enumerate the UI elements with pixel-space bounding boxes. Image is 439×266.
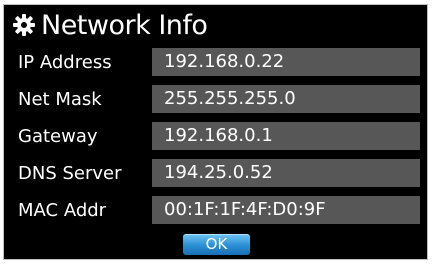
dialog-title-bar: Network Info (11, 6, 208, 44)
field-label: IP Address (18, 52, 112, 73)
net-mask-value: 255.255.255.0 (152, 85, 420, 113)
field-row-gateway: Gateway 192.168.0.1 (4, 122, 427, 152)
ip-address-value: 192.168.0.22 (152, 48, 420, 76)
mac-addr-value: 00:1F:1F:4F:D0:9F (152, 196, 420, 224)
dns-server-value: 194.25.0.52 (152, 159, 420, 187)
ok-button[interactable]: OK (183, 234, 250, 255)
field-label: Net Mask (18, 89, 102, 110)
field-row-net-mask: Net Mask 255.255.255.0 (4, 85, 427, 115)
gateway-value: 192.168.0.1 (152, 122, 420, 150)
field-label: Gateway (18, 126, 98, 147)
field-label: MAC Addr (18, 200, 107, 221)
screen: Network Info IP Address 192.168.0.22 Net… (0, 0, 439, 266)
field-row-ip-address: IP Address 192.168.0.22 (4, 48, 427, 78)
field-row-mac-addr: MAC Addr 00:1F:1F:4F:D0:9F (4, 196, 427, 226)
dialog-title: Network Info (41, 9, 208, 41)
field-row-dns-server: DNS Server 194.25.0.52 (4, 159, 427, 189)
field-label: DNS Server (18, 163, 122, 184)
gear-icon (11, 12, 37, 38)
network-info-dialog: Network Info IP Address 192.168.0.22 Net… (3, 4, 428, 260)
